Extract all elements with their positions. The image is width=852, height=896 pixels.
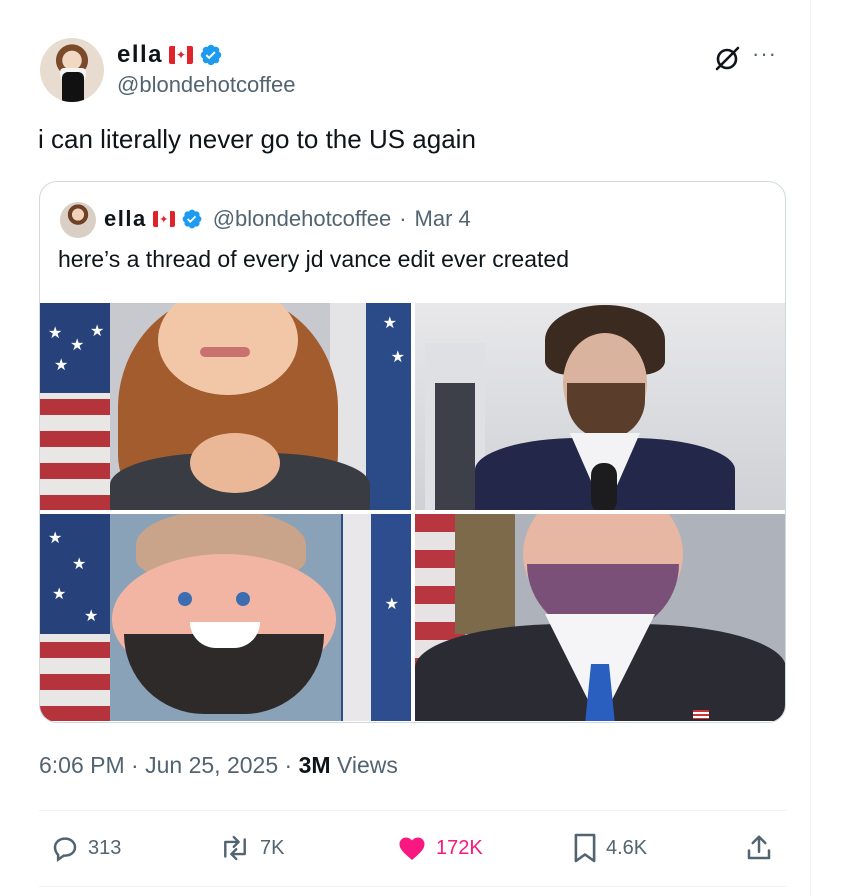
author-handle[interactable]: @blondehotcoffee — [117, 72, 296, 98]
bookmark-count: 4.6K — [606, 836, 648, 859]
verified-badge-icon — [200, 44, 222, 66]
share-icon — [747, 835, 771, 860]
repost-button[interactable]: 7K — [218, 826, 284, 870]
canada-flag-icon: ✦ — [169, 46, 194, 64]
more-options-icon[interactable]: ··· — [752, 43, 777, 65]
grok-icon[interactable] — [712, 44, 742, 74]
quoted-tweet-text: here’s a thread of every jd vance edit e… — [58, 246, 569, 272]
action-bar: 313 7K 172K 4.6K — [0, 826, 852, 870]
divider — [39, 810, 786, 811]
meta-separator: · — [131, 752, 139, 778]
media-grid: ★ ★ ★ ★ ★ ★ ★ ★ ★ ★ ★ — [40, 303, 785, 722]
like-button[interactable]: 172K — [396, 826, 483, 870]
tweet-date: Jun 25, 2025 — [145, 752, 279, 778]
quoted-author-row: ella ✦ @blondehotcoffee · Mar 4 — [104, 204, 471, 234]
canada-flag-icon: ✦ — [152, 211, 175, 227]
quoted-author-handle: @blondehotcoffee — [212, 206, 392, 231]
quoted-author-name: ella — [104, 206, 147, 231]
author-display-name[interactable]: ella — [117, 41, 163, 69]
heart-icon — [399, 837, 425, 860]
quoted-author-avatar[interactable] — [60, 202, 96, 238]
like-count: 172K — [436, 836, 483, 859]
media-image-1[interactable]: ★ ★ ★ ★ ★ ★ — [40, 303, 411, 510]
reply-icon — [53, 837, 77, 863]
views-label: Views — [336, 752, 398, 778]
views-count: 3M — [298, 752, 331, 778]
quoted-tweet-card[interactable]: ella ✦ @blondehotcoffee · Mar 4 here’s a… — [39, 181, 786, 723]
quoted-tweet-date: Mar 4 — [414, 206, 471, 231]
meta-separator: · — [399, 206, 407, 231]
tweet-text: i can literally never go to the US again — [38, 124, 476, 154]
author-avatar[interactable] — [40, 38, 104, 102]
bookmark-button[interactable]: 4.6K — [572, 826, 647, 870]
share-button[interactable] — [744, 826, 774, 870]
media-image-3[interactable]: ★ ★ ★ ★ ★ — [40, 514, 411, 721]
tweet-time: 6:06 PM — [39, 752, 125, 778]
verified-badge-icon — [182, 209, 202, 229]
repost-count: 7K — [260, 836, 285, 859]
meta-separator: · — [284, 752, 293, 778]
divider — [39, 886, 786, 887]
author-name-row[interactable]: ella ✦ — [117, 40, 223, 70]
reply-button[interactable]: 313 — [50, 826, 121, 870]
reply-count: 313 — [88, 836, 122, 859]
media-image-2[interactable] — [415, 303, 785, 510]
column-border — [810, 0, 811, 896]
repost-icon — [224, 835, 246, 861]
bookmark-icon — [574, 833, 596, 863]
media-image-4[interactable] — [415, 514, 785, 721]
tweet-timestamp[interactable]: 6:06 PM · Jun 25, 2025 · 3M Views — [39, 752, 398, 779]
